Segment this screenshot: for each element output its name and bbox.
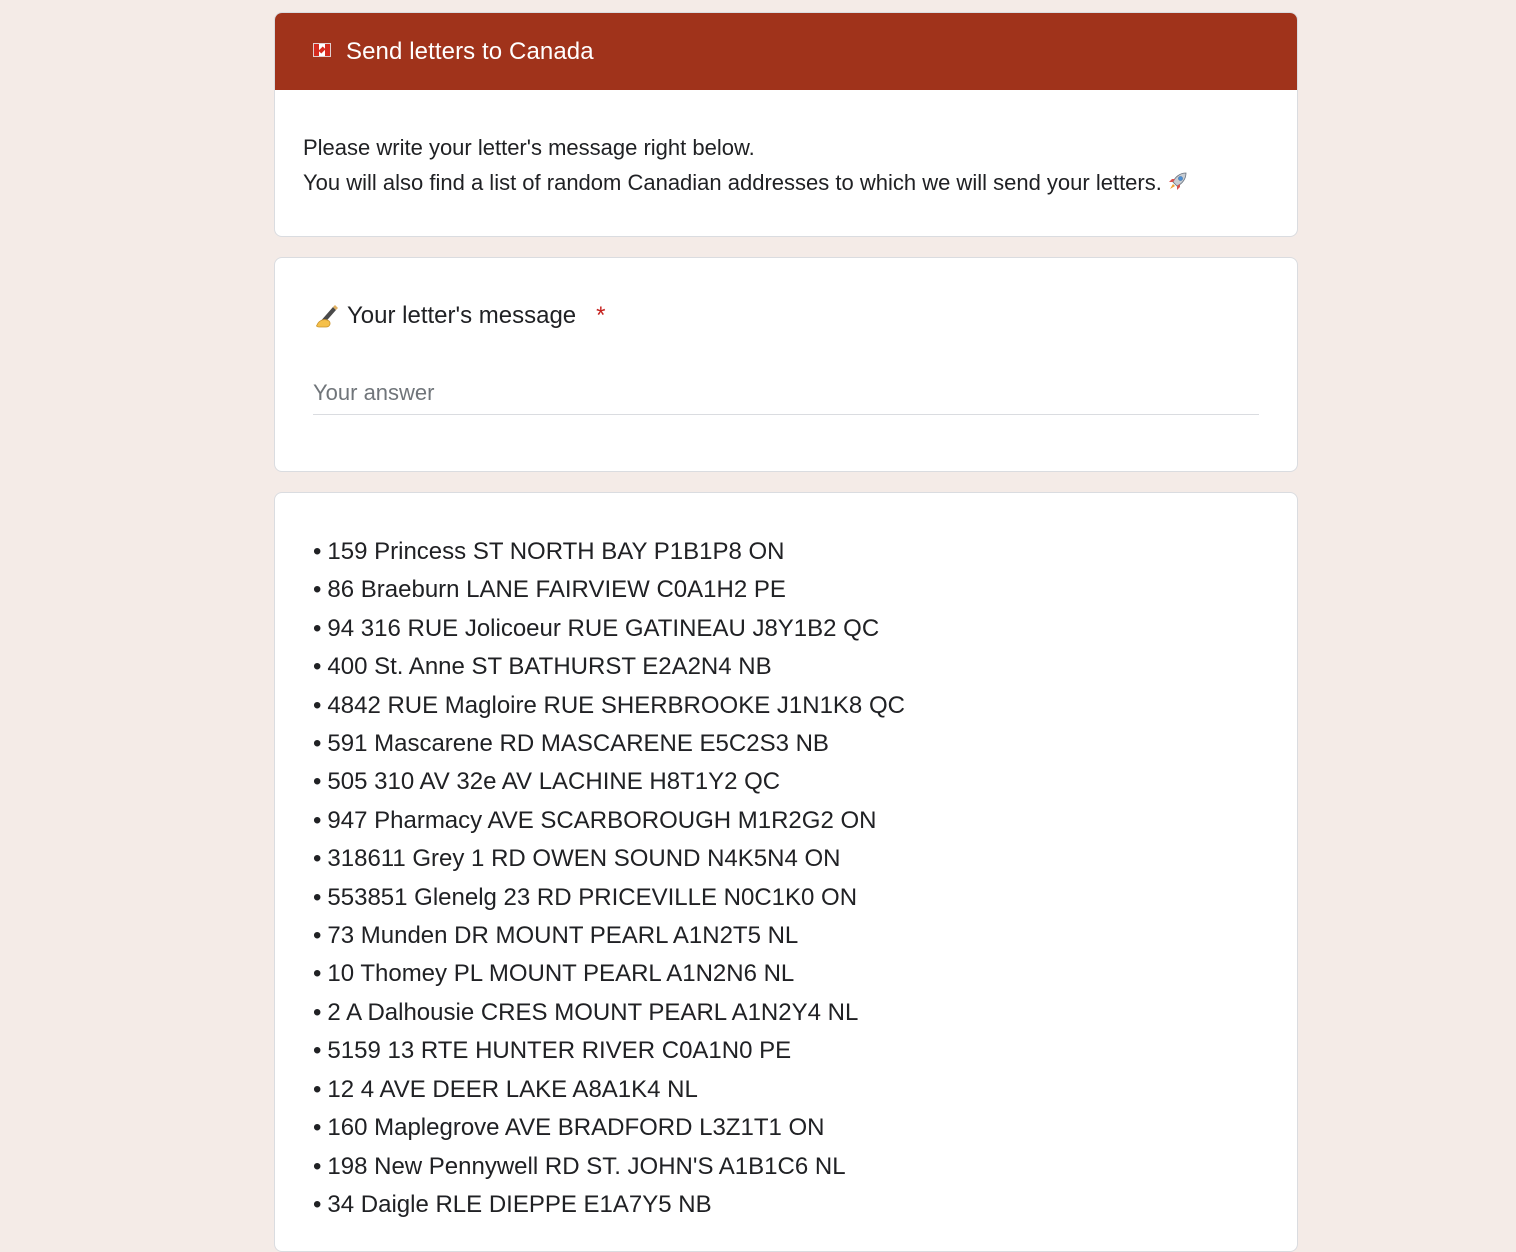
- canada-flag-icon: [313, 42, 331, 57]
- address-item: • 94 316 RUE Jolicoeur RUE GATINEAU J8Y1B…: [313, 614, 880, 642]
- address-item: • 198 New Pennywell RD ST. JOHN'S A1B1C6 …: [313, 1152, 846, 1180]
- address-item: • 5159 13 RTE HUNTER RIVER C0A1N0 PE: [313, 1037, 792, 1065]
- question-title: Your letter's message *: [313, 296, 1259, 336]
- address-item: • 947 Pharmacy AVE SCARBOROUGH M1R2G2 ON: [313, 806, 877, 834]
- address-item: • 4842 RUE Magloire RUE SHERBROOKE J1N1K8…: [313, 691, 905, 719]
- rocket-icon: [1168, 172, 1187, 190]
- description-line-2: You will also find a list of random Cana…: [303, 165, 1269, 200]
- question-card-message: Your letter's message *: [274, 257, 1298, 472]
- address-item: • 86 Braeburn LANE FAIRVIEW C0A1H2 PE: [313, 576, 786, 604]
- address-item: • 2 A Dalhousie CRES MOUNT PEARL A1N2Y4 N…: [313, 998, 859, 1026]
- address-item: • 73 Munden DR MOUNT PEARL A1N2T5 NL: [313, 922, 799, 950]
- form-container: Send letters to Canada Please write your…: [274, 12, 1298, 1252]
- question-label: Your letter's message: [347, 302, 577, 329]
- address-item: • 400 St. Anne ST BATHURST E2A2N4 NB: [313, 653, 772, 681]
- address-list: • 159 Princess ST NORTH BAY P1B1P8 ON • 86…: [313, 533, 1259, 1224]
- address-item: • 591 Mascarene RD MASCARENE E5C2S3 NB: [313, 730, 829, 758]
- form-header-banner: Send letters to Canada: [275, 13, 1297, 90]
- description-line-1: Please write your letter's message right…: [303, 135, 755, 160]
- message-answer-input[interactable]: [313, 380, 1259, 415]
- address-item: • 159 Princess ST NORTH BAY P1B1P8 ON: [313, 538, 785, 565]
- writing-hand-icon: [316, 305, 338, 328]
- address-item: • 160 Maplegrove AVE BRADFORD L3Z1T1 ON: [313, 1114, 825, 1142]
- address-item: • 318611 Grey 1 RD OWEN SOUND N4K5N4 ON: [313, 845, 841, 873]
- address-item: • 12 4 AVE DEER LAKE A8A1K4 NL: [313, 1075, 698, 1103]
- description-line-2-text: You will also find a list of random Cana…: [303, 170, 1162, 195]
- address-item: • 505 310 AV 32e AV LACHINE H8T1Y2 QC: [313, 768, 781, 796]
- address-item: • 34 Daigle RLE DIEPPE E1A7Y5 NB: [313, 1190, 712, 1218]
- address-list-card: • 159 Princess ST NORTH BAY P1B1P8 ON • 86…: [274, 492, 1298, 1252]
- address-item: • 10 Thomey PL MOUNT PEARL A1N2N6 NL: [313, 960, 795, 988]
- form-title: Send letters to Canada: [346, 37, 594, 65]
- form-header-card: Send letters to Canada Please write your…: [274, 12, 1298, 237]
- required-indicator: *: [596, 302, 606, 329]
- address-item: • 553851 Glenelg 23 RD PRICEVILLE N0C1K0 …: [313, 883, 858, 911]
- form-description: Please write your letter's message right…: [275, 90, 1297, 200]
